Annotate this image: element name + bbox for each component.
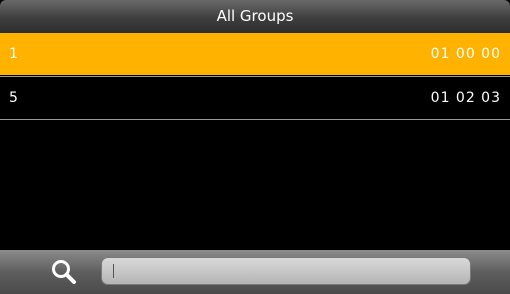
group-time: 01 00 00 [430,46,501,62]
text-cursor [113,264,114,278]
search-bar [0,250,510,294]
group-id: 5 [9,90,18,106]
row-divider [0,119,510,120]
group-time: 01 02 03 [430,90,501,106]
group-row[interactable]: 5 01 02 03 [0,77,510,119]
search-icon[interactable] [50,258,78,286]
group-row-selected[interactable]: 1 01 00 00 [0,33,510,75]
page-title: All Groups [0,0,510,33]
group-id: 1 [9,46,18,62]
search-input[interactable] [101,257,471,285]
device-screen: All Groups 1 01 00 00 5 01 02 03 [0,0,510,294]
